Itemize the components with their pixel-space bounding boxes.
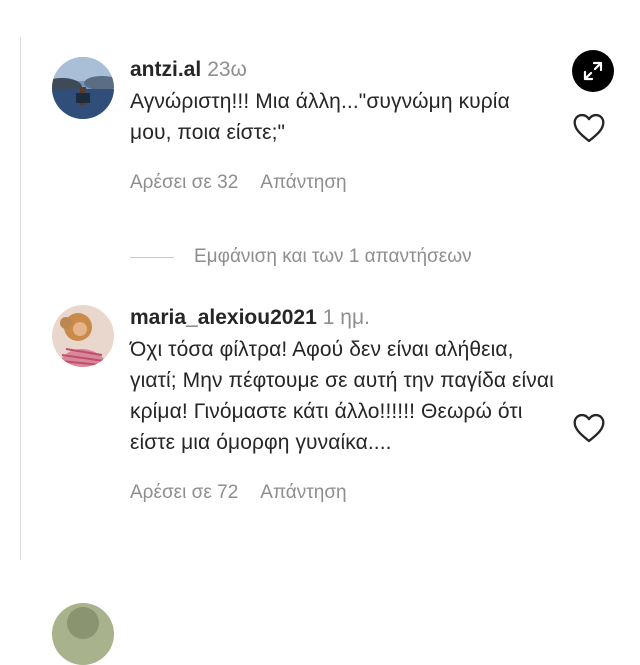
comment-body: maria_alexiou2021 1 ημ. Όχι τόσα φίλτρα! … [130,305,554,504]
likes-count-button[interactable]: Αρέσει σε 32 [130,172,238,194]
comment-meta: antzi.al 23ω [130,57,550,83]
thread-left-rule [20,37,21,560]
view-replies-label: Εμφάνιση και των 1 απαντήσεων [194,246,472,267]
avatar[interactable] [52,305,114,367]
replies-divider [130,256,174,258]
comment-1: antzi.al 23ω Αγνώριστη!!! Μια άλλη..."συγ… [52,57,640,217]
heart-icon[interactable] [572,413,606,443]
heart-icon[interactable] [572,113,606,143]
comment-meta: maria_alexiou2021 1 ημ. [130,305,550,331]
reply-button[interactable]: Απάντηση [260,172,346,194]
comment-text: Αγνώριστη!!! Μια άλλη..."συγνώμη κυρία μ… [130,90,510,144]
comment-body: antzi.al 23ω Αγνώριστη!!! Μια άλλη..."συγ… [130,57,550,194]
comment-time[interactable]: 1 ημ. [323,306,370,329]
reply-button[interactable]: Απάντηση [260,482,346,504]
likes-count-button[interactable]: Αρέσει σε 72 [130,482,238,504]
expand-button[interactable] [572,50,614,92]
avatar[interactable] [52,57,114,119]
comment-actions: Αρέσει σε 72 Απάντηση [130,482,550,504]
expand-arrows-icon [583,61,603,81]
comment-2: maria_alexiou2021 1 ημ. Όχι τόσα φίλτρα! … [52,305,640,565]
comment-actions: Αρέσει σε 32 Απάντηση [130,172,550,194]
comment-time[interactable]: 23ω [207,58,247,81]
comment-username[interactable]: antzi.al [130,58,201,81]
comment-text: Όχι τόσα φίλτρα! Αφού δεν είναι αλήθεια,… [130,338,554,454]
avatar[interactable] [52,603,114,665]
view-replies-button[interactable]: Εμφάνιση και των 1 απαντήσεων [130,245,472,269]
comment-username[interactable]: maria_alexiou2021 [130,306,317,329]
